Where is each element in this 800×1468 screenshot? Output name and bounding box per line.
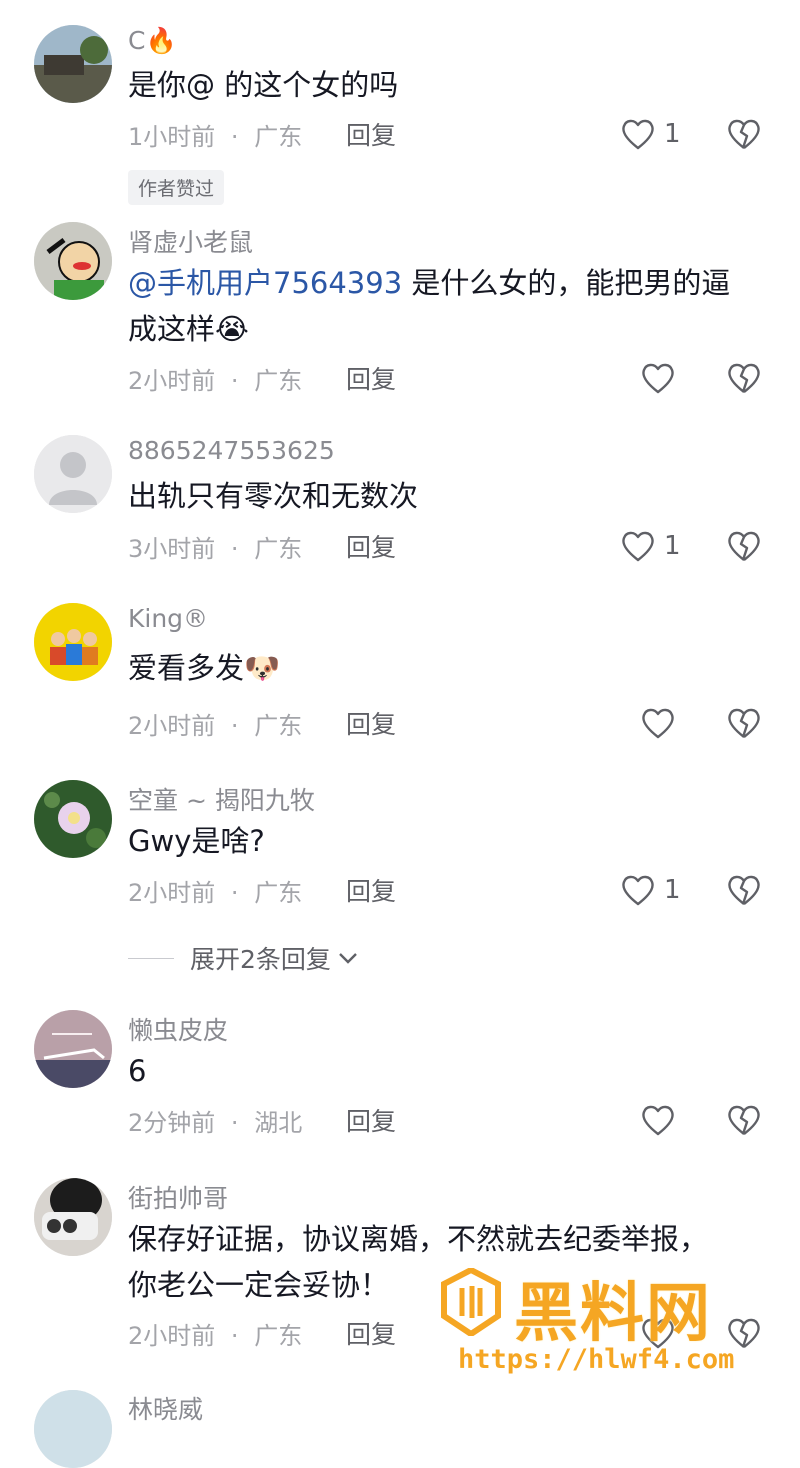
expand-replies-label: 展开2条回复 <box>190 945 331 974</box>
broken-heart-icon[interactable] <box>726 529 762 563</box>
reply-button[interactable]: 回复 <box>346 116 396 152</box>
comment-location: 湖北 <box>254 1109 303 1137</box>
reply-button[interactable]: 回复 <box>346 705 396 741</box>
heart-icon <box>622 119 654 150</box>
heart-icon <box>622 875 654 906</box>
like-button[interactable] <box>640 358 720 398</box>
avatar[interactable] <box>34 603 112 681</box>
broken-heart-icon[interactable] <box>726 706 762 740</box>
comment-username[interactable]: 肾虚小老鼠 <box>128 223 253 259</box>
meta-separator: · <box>230 535 239 563</box>
like-count: 1 <box>664 119 681 149</box>
heart-icon <box>642 708 674 739</box>
mention-link[interactable]: @手机用户7564393 <box>128 266 402 300</box>
heart-icon <box>642 1105 674 1136</box>
heart-icon <box>642 363 674 394</box>
comment-time: 2小时前 <box>128 1322 216 1350</box>
comment-meta: 2小时前 · 广东 <box>128 873 302 908</box>
comment-time: 1小时前 <box>128 123 216 151</box>
comment-time: 2小时前 <box>128 712 216 740</box>
heart-icon <box>622 531 654 562</box>
like-button[interactable] <box>640 1100 720 1140</box>
comment-text: 是你@ 的这个女的吗 <box>128 68 399 102</box>
meta-separator: · <box>230 1322 239 1350</box>
like-button[interactable]: 1 <box>620 526 700 566</box>
meta-separator: · <box>230 123 239 151</box>
broken-heart-icon[interactable] <box>726 1103 762 1137</box>
comment-username[interactable]: 林晓威 <box>128 1390 203 1426</box>
author-liked-badge: 作者赞过 <box>128 170 225 205</box>
comment-meta: 3小时前 · 广东 <box>128 529 302 564</box>
like-count: 1 <box>664 875 681 905</box>
broken-heart-icon[interactable] <box>726 361 762 395</box>
chevron-down-icon <box>339 953 357 964</box>
comment-time: 2分钟前 <box>128 1109 216 1137</box>
avatar[interactable] <box>34 222 112 300</box>
comment-text: Gwy是啥? <box>128 824 265 858</box>
comment-meta: 2小时前 · 广东 <box>128 1316 302 1351</box>
comment-username[interactable]: C🔥 <box>128 26 177 56</box>
comment-location: 广东 <box>254 879 303 907</box>
watermark-url: https://hlwf4.com <box>458 1344 735 1375</box>
watermark-logo-icon <box>441 1268 501 1336</box>
meta-separator: · <box>230 1109 239 1137</box>
comment-meta: 2分钟前 · 湖北 <box>128 1103 302 1138</box>
meta-separator: · <box>230 367 239 395</box>
comment-text: 爱看多发🐶 <box>128 651 281 685</box>
comment-location: 广东 <box>254 535 303 563</box>
watermark: 黑料网 https://hlwf4.com <box>440 1268 770 1380</box>
comment-username[interactable]: King® <box>128 604 208 633</box>
comment-meta: 2小时前 · 广东 <box>128 361 302 396</box>
avatar[interactable] <box>34 25 112 103</box>
comment-location: 广东 <box>254 123 303 151</box>
like-count: 1 <box>664 531 681 561</box>
like-button[interactable] <box>640 703 720 743</box>
divider-line <box>128 957 174 959</box>
reply-button[interactable]: 回复 <box>346 1102 396 1138</box>
like-button[interactable]: 1 <box>620 114 700 154</box>
comment-location: 广东 <box>254 1322 303 1350</box>
comment-text: 出轨只有零次和无数次 <box>128 479 419 513</box>
avatar[interactable] <box>34 1390 112 1468</box>
comment-meta: 2小时前 · 广东 <box>128 706 302 741</box>
broken-heart-icon[interactable] <box>726 873 762 907</box>
reply-button[interactable]: 回复 <box>346 528 396 564</box>
meta-separator: · <box>230 879 239 907</box>
comment-location: 广东 <box>254 712 303 740</box>
avatar[interactable] <box>34 780 112 858</box>
avatar[interactable] <box>34 1178 112 1256</box>
reply-button[interactable]: 回复 <box>346 872 396 908</box>
meta-separator: · <box>230 712 239 740</box>
expand-replies-button[interactable]: 展开2条回复 <box>128 940 359 976</box>
watermark-title: 黑料网 <box>514 1277 712 1351</box>
like-button[interactable]: 1 <box>620 870 700 910</box>
avatar[interactable] <box>34 1010 112 1088</box>
comment-location: 广东 <box>254 367 303 395</box>
broken-heart-icon[interactable] <box>726 117 762 151</box>
avatar[interactable] <box>34 435 112 513</box>
comment-username[interactable]: 空童 ~ 揭阳九牧 <box>128 781 315 817</box>
comment-username[interactable]: 街拍帅哥 <box>128 1179 228 1215</box>
comment-username[interactable]: 懒虫皮皮 <box>128 1011 228 1047</box>
comment-username[interactable]: 8865247553625 <box>128 436 335 465</box>
comment-text: 6 <box>128 1054 147 1088</box>
reply-button[interactable]: 回复 <box>346 1315 396 1351</box>
comment-time: 2小时前 <box>128 367 216 395</box>
comment-time: 3小时前 <box>128 535 216 563</box>
reply-button[interactable]: 回复 <box>346 360 396 396</box>
comment-text: @手机用户7564393 是什么女的，能把男的逼成这样😭 <box>128 260 758 352</box>
comment-meta: 1小时前 · 广东 <box>128 117 302 152</box>
comment-time: 2小时前 <box>128 879 216 907</box>
